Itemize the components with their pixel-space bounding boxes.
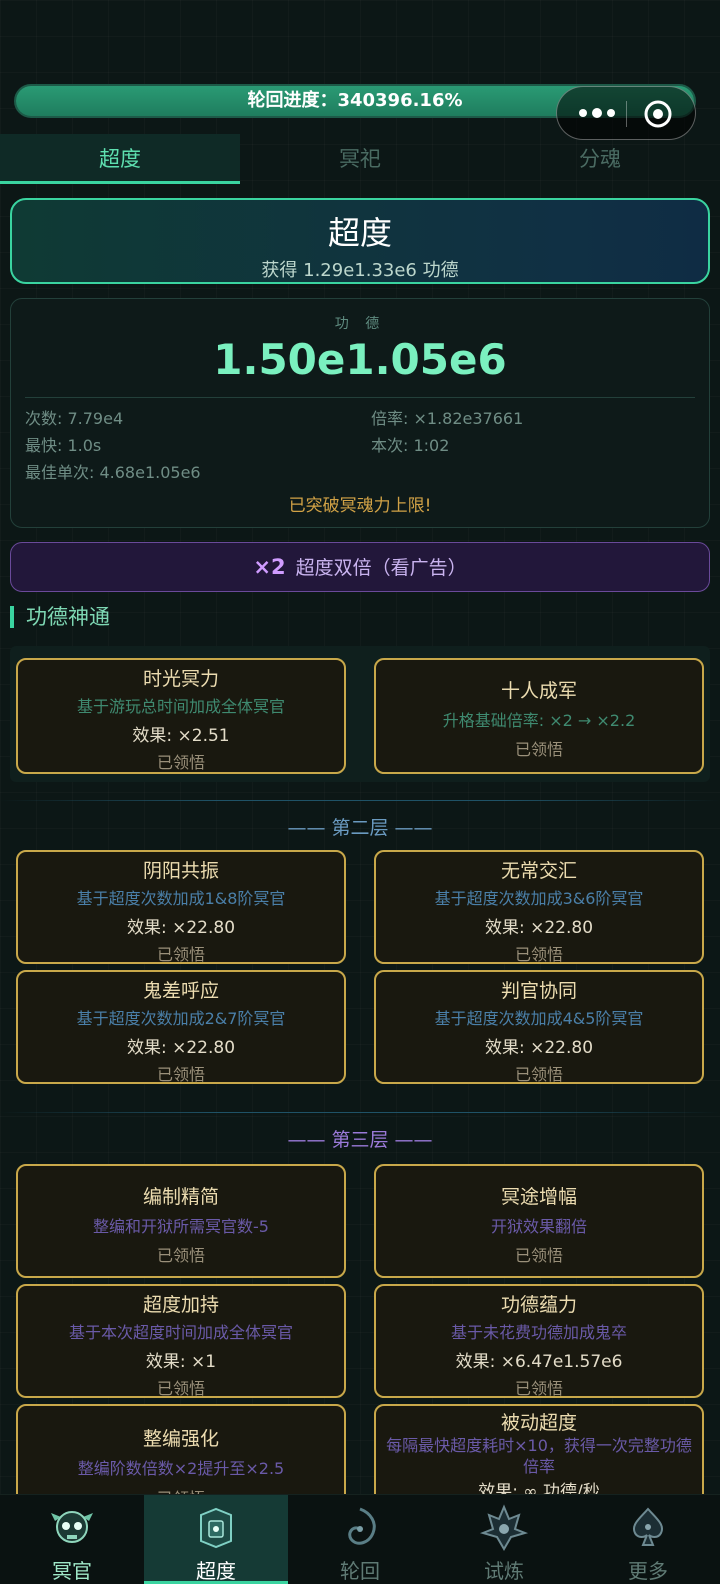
skill-status: 已领悟 — [514, 1379, 563, 1398]
skill-name: 编制精简 — [142, 1186, 219, 1208]
skill-name: 冥途增幅 — [500, 1186, 577, 1208]
double-reward-ad-button[interactable]: ×2 超度双倍（看广告） — [10, 542, 710, 592]
skill-effect: 效果: ×2.51 — [132, 726, 230, 746]
layer3-title: —— 第三层 —— — [287, 1129, 433, 1151]
skill-card-path-amplify[interactable]: 冥途增幅 开狱效果翻倍 已领悟 — [374, 1164, 704, 1278]
nav-mingguan[interactable]: 冥官 — [0, 1495, 144, 1584]
more-dots-icon[interactable] — [575, 101, 619, 125]
merit-label: 功 德 — [334, 316, 386, 332]
skill-name: 整编强化 — [142, 1428, 219, 1450]
nav-shilian[interactable]: 试炼 — [432, 1495, 576, 1584]
rebirth-title: 超度 — [327, 214, 392, 252]
skill-desc: 整编阶数倍数×2提升至×2.5 — [77, 1459, 285, 1478]
skill-card-rebirth-boost[interactable]: 超度加持 基于本次超度时间加成全体冥官 效果: ×1 已领悟 — [16, 1284, 346, 1398]
merit-stats-panel: 功 德 1.50e1.05e6 次数: 7.79e4 倍率: ×1.82e376… — [10, 298, 710, 528]
skill-name: 阴阳共振 — [142, 860, 219, 882]
stats-divider — [25, 397, 695, 398]
skill-card-guichai[interactable]: 鬼差呼应 基于超度次数加成2&7阶冥官 效果: ×22.80 已领悟 — [16, 970, 346, 1084]
skill-desc: 基于未花费功德加成鬼卒 — [450, 1323, 627, 1342]
skill-card-streamline[interactable]: 编制精简 整编和开狱所需冥官数-5 已领悟 — [16, 1164, 346, 1278]
skill-status: 已领悟 — [156, 945, 205, 964]
capsule-divider — [626, 101, 627, 127]
skill-status: 已领悟 — [514, 945, 563, 964]
layer3-rule — [0, 1112, 720, 1113]
skill-name: 超度加持 — [142, 1294, 219, 1316]
spade-emblem-icon — [633, 1507, 663, 1546]
bottom-navigation: 冥官 超度 轮回 试炼 更多 — [0, 1494, 720, 1584]
stat-current: 本次: 1:02 — [371, 436, 450, 455]
skill-desc: 基于本次超度时间加成全体冥官 — [68, 1323, 293, 1342]
tab-chaodu[interactable]: 超度 — [0, 134, 240, 184]
skill-name: 十人成军 — [500, 680, 577, 702]
nav-label: 轮回 — [340, 1559, 380, 1583]
skill-name: 被动超度 — [500, 1412, 577, 1434]
tab-fenhun[interactable]: 分魂 — [480, 134, 720, 184]
stat-best-single: 最佳单次: 4.68e1.05e6 — [25, 463, 201, 482]
skill-desc: 整编和开狱所需冥官数-5 — [93, 1217, 269, 1236]
skill-effect: 效果: ×22.80 — [126, 918, 236, 938]
layer2-rule — [0, 800, 720, 801]
miniprogram-capsule — [556, 86, 696, 140]
skill-desc: 基于超度次数加成2&7阶冥官 — [76, 1009, 286, 1028]
skill-card-yinyang[interactable]: 阴阳共振 基于超度次数加成1&8阶冥官 效果: ×22.80 已领悟 — [16, 850, 346, 964]
skill-effect: 效果: ×22.80 — [484, 1038, 594, 1058]
stats-notice: 已突破冥魂力上限! — [288, 496, 432, 516]
rebirth-button[interactable]: 超度 获得 1.29e1.33e6 功德 — [10, 198, 710, 284]
skill-desc: 基于超度次数加成3&6阶冥官 — [434, 889, 644, 908]
skill-desc: 每隔最快超度耗时×10，获得一次完整功德倍率 — [386, 1436, 692, 1476]
nav-more[interactable]: 更多 — [576, 1495, 720, 1584]
skill-desc: 升格基础倍率: ×2 → ×2.2 — [442, 711, 636, 730]
skill-name: 无常交汇 — [500, 860, 577, 882]
skill-status: 已领悟 — [514, 1065, 563, 1084]
layer2-title: —— 第二层 —— — [287, 817, 433, 839]
nav-label: 更多 — [628, 1559, 668, 1583]
skill-name: 判官协同 — [500, 980, 577, 1002]
skill-status: 已领悟 — [156, 1246, 205, 1265]
skill-desc: 基于游玩总时间加成全体冥官 — [76, 697, 285, 716]
top-tabs: 超度 冥祀 分魂 — [0, 134, 720, 184]
double-badge: ×2 — [253, 555, 286, 579]
skill-status: 已领悟 — [156, 753, 205, 772]
skill-card-ten-army[interactable]: 十人成军 升格基础倍率: ×2 → ×2.2 已领悟 — [374, 658, 704, 774]
rebirth-subtitle: 获得 1.29e1.33e6 功德 — [261, 260, 459, 281]
nav-label: 试炼 — [484, 1559, 524, 1583]
nav-label: 超度 — [196, 1559, 236, 1583]
skill-card-merit-power[interactable]: 功德蕴力 基于未花费功德加成鬼卒 效果: ×6.47e1.57e6 已领悟 — [374, 1284, 704, 1398]
nav-lunhui[interactable]: 轮回 — [288, 1495, 432, 1584]
stat-fastest: 最快: 1.0s — [25, 436, 102, 455]
skull-emblem-icon — [51, 1511, 93, 1543]
stat-count: 次数: 7.79e4 — [25, 409, 124, 428]
skill-status: 已领悟 — [514, 740, 563, 759]
skill-name: 时光冥力 — [142, 668, 219, 690]
merit-value: 1.50e1.05e6 — [213, 335, 507, 384]
skill-effect: 效果: ×22.80 — [484, 918, 594, 938]
double-label: 超度双倍（看广告） — [295, 557, 467, 579]
skill-card-panguan[interactable]: 判官协同 基于超度次数加成4&5阶冥官 效果: ×22.80 已领悟 — [374, 970, 704, 1084]
skill-effect: 效果: ×1 — [145, 1352, 217, 1372]
section-title: 功德神通 — [10, 606, 110, 628]
nav-label: 冥官 — [52, 1559, 92, 1583]
skill-name: 功德蕴力 — [500, 1294, 577, 1316]
swirl-emblem-icon — [348, 1507, 376, 1545]
skill-card-wuchang[interactable]: 无常交汇 基于超度次数加成3&6阶冥官 效果: ×22.80 已领悟 — [374, 850, 704, 964]
tab-mingsi[interactable]: 冥祀 — [240, 134, 480, 184]
lotus-altar-icon — [200, 1507, 232, 1549]
skill-status: 已领悟 — [514, 1246, 563, 1265]
skill-desc: 基于超度次数加成4&5阶冥官 — [434, 1009, 644, 1028]
skill-effect: 效果: ×22.80 — [126, 1038, 236, 1058]
nav-chaodu[interactable]: 超度 — [144, 1495, 288, 1584]
skill-desc: 开狱效果翻倍 — [490, 1217, 587, 1236]
close-target-icon[interactable] — [643, 99, 673, 129]
stat-multiplier: 倍率: ×1.82e37661 — [371, 409, 524, 428]
skill-name: 鬼差呼应 — [142, 980, 219, 1002]
skill-status: 已领悟 — [156, 1065, 205, 1084]
skill-status: 已领悟 — [156, 1379, 205, 1398]
skill-effect: 效果: ×6.47e1.57e6 — [455, 1352, 623, 1372]
skill-desc: 基于超度次数加成1&8阶冥官 — [76, 889, 286, 908]
skill-card-time-power[interactable]: 时光冥力 基于游玩总时间加成全体冥官 效果: ×2.51 已领悟 — [16, 658, 346, 774]
flame-emblem-icon — [479, 1504, 529, 1551]
